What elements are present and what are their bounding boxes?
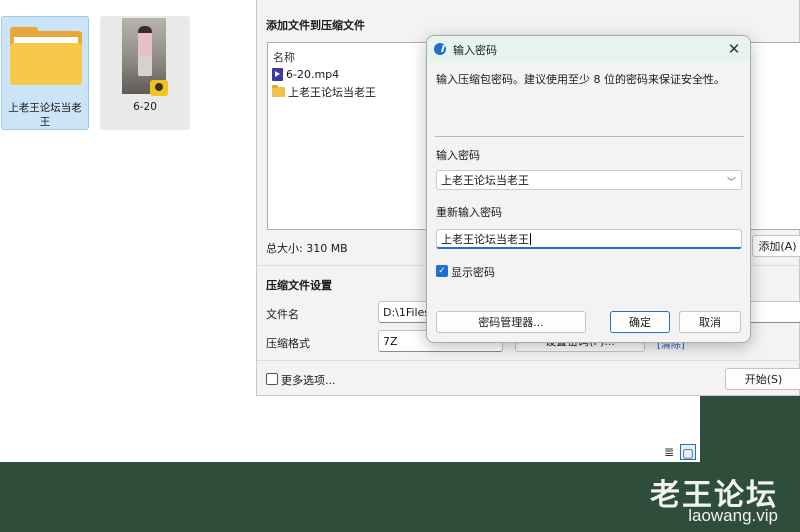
player-badge-icon: [150, 80, 168, 96]
chevron-down-icon[interactable]: ﹀: [727, 175, 736, 188]
add-files-heading: 添加文件到压缩文件: [266, 19, 365, 32]
confirm-password-value: 上老王论坛当老王: [441, 232, 529, 246]
show-password-label[interactable]: 显示密码: [451, 264, 495, 280]
tiles-view-icon[interactable]: ▢: [680, 444, 696, 460]
format-value: 7Z: [383, 334, 398, 348]
video-item[interactable]: 6-20: [100, 16, 190, 130]
folder-icon: [272, 85, 285, 97]
text-cursor: [530, 232, 531, 245]
divider: [435, 136, 744, 137]
settings-heading: 压缩文件设置: [266, 279, 332, 292]
ok-button[interactable]: 确定: [610, 311, 670, 333]
background-panel: [700, 396, 800, 462]
dialog-titlebar: 输入密码 ✕: [427, 36, 750, 62]
list-item[interactable]: 上老王论坛当老王: [272, 84, 376, 100]
folder-icon: [10, 27, 82, 87]
format-label: 压缩格式: [266, 337, 310, 350]
footer-banner: 老王论坛 laowang.vip: [0, 462, 800, 532]
folder-name: 上老王论坛当老王: [8, 102, 82, 128]
close-icon[interactable]: ✕: [724, 39, 744, 59]
more-options-label[interactable]: 更多选项...: [281, 372, 336, 388]
total-size: 总大小: 310 MB: [266, 242, 348, 255]
more-options-checkbox[interactable]: [266, 373, 278, 385]
folder-item[interactable]: 上老王论坛当老王: [1, 16, 89, 130]
details-view-icon[interactable]: ≣: [661, 444, 677, 460]
password-label: 输入密码: [436, 149, 480, 162]
dialog-description: 输入压缩包密码。建议使用至少 8 位的密码来保证安全性。: [436, 73, 725, 86]
divider: [257, 360, 800, 361]
password-dialog: 输入密码 ✕ 输入压缩包密码。建议使用至少 8 位的密码来保证安全性。 输入密码…: [426, 35, 751, 343]
start-button[interactable]: 开始(S): [725, 368, 800, 390]
password-manager-button[interactable]: 密码管理器...: [436, 311, 586, 333]
cancel-button[interactable]: 取消: [679, 311, 741, 333]
video-file-icon: [272, 67, 283, 81]
add-button[interactable]: 添加(A): [752, 235, 800, 257]
filename-label: 文件名: [266, 308, 299, 321]
list-item-label: 6-20.mp4: [286, 67, 340, 81]
app-logo-icon: [434, 43, 446, 55]
video-name: 6-20: [133, 101, 157, 113]
name-column-header[interactable]: 名称: [273, 49, 295, 65]
dialog-title: 输入密码: [453, 44, 497, 57]
list-item-label: 上老王论坛当老王: [288, 86, 376, 99]
watermark-site: laowang.vip: [688, 506, 778, 525]
show-password-checkbox[interactable]: ✓: [436, 265, 448, 277]
password-input[interactable]: 上老王论坛当老王 ﹀: [436, 170, 742, 190]
confirm-password-label: 重新输入密码: [436, 206, 502, 219]
password-value: 上老王论坛当老王: [441, 174, 529, 187]
list-item[interactable]: 6-20.mp4: [272, 66, 339, 82]
confirm-password-input[interactable]: 上老王论坛当老王: [436, 229, 742, 249]
